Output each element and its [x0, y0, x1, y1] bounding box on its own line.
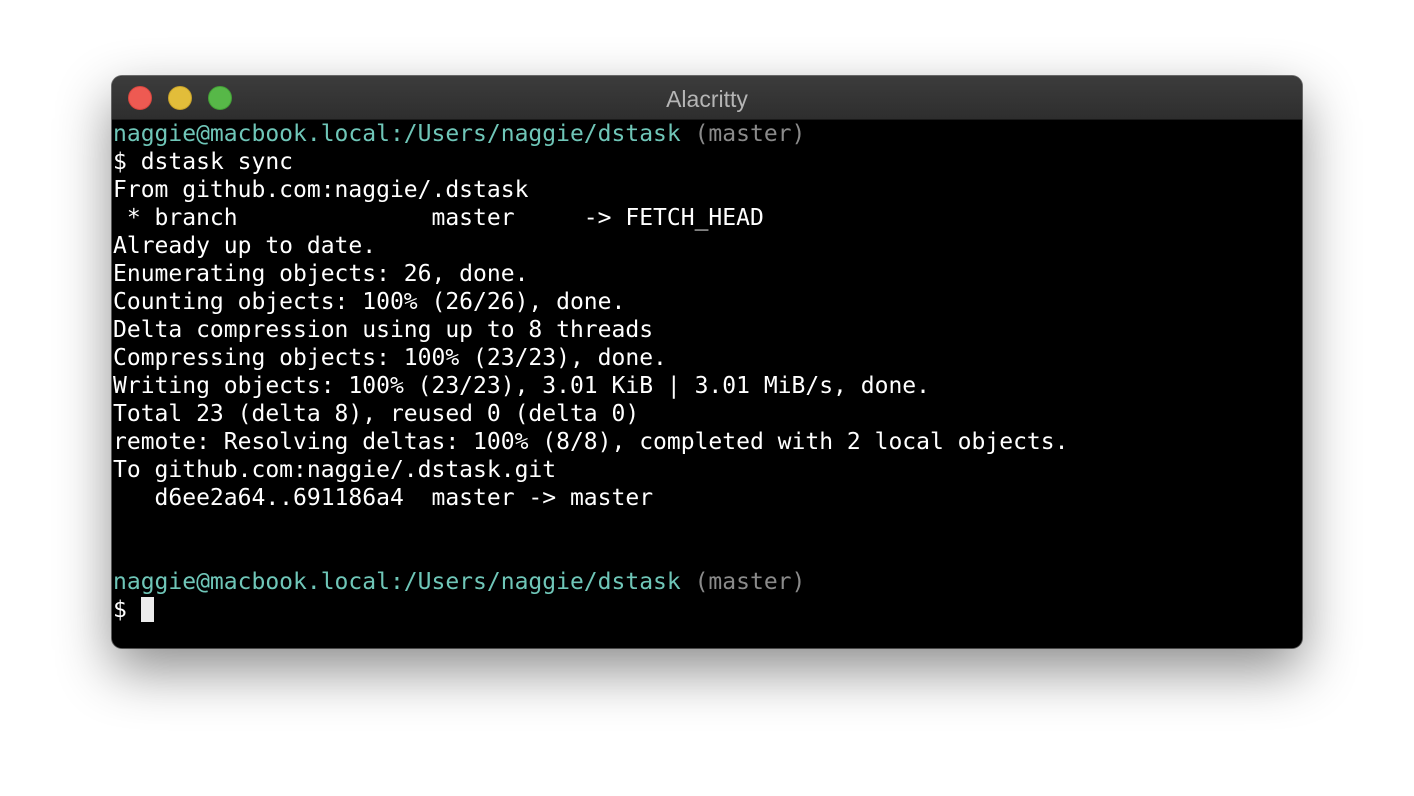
text-cursor: [140, 597, 154, 622]
output-line: Delta compression using up to 8 threads: [113, 317, 654, 343]
window-title: Alacritty: [666, 86, 748, 112]
prompt-symbol: $: [113, 597, 141, 623]
terminal-content[interactable]: naggie@macbook.local:/Users/naggie/dstas…: [112, 120, 1302, 648]
output-line: Already up to date.: [113, 233, 377, 259]
output-line: From github.com:naggie/.dstask: [113, 177, 529, 203]
output-line: remote: Resolving deltas: 100% (8/8), co…: [113, 429, 1069, 455]
output-line: * branch master -> FETCH_HEAD: [113, 205, 764, 231]
input-line[interactable]: $: [113, 596, 154, 624]
prompt-line: naggie@macbook.local:/Users/naggie/dstas…: [113, 568, 805, 596]
terminal-window: Alacritty naggie@macbook.local:/Users/na…: [112, 76, 1302, 648]
prompt-path: naggie@macbook.local:/Users/naggie/dstas…: [113, 569, 681, 595]
prompt-symbol: $: [113, 149, 141, 175]
output-line: d6ee2a64..691186a4 master -> master: [113, 485, 654, 511]
output-line: Compressing objects: 100% (23/23), done.: [113, 345, 667, 371]
output-line: Counting objects: 100% (26/26), done.: [113, 289, 626, 315]
output-line: To github.com:naggie/.dstask.git: [113, 457, 557, 483]
output-line: Writing objects: 100% (23/23), 3.01 KiB …: [113, 373, 930, 399]
prompt-line: naggie@macbook.local:/Users/naggie/dstas…: [113, 120, 805, 148]
prompt-path: naggie@macbook.local:/Users/naggie/dstas…: [113, 121, 681, 147]
output-line: Total 23 (delta 8), reused 0 (delta 0): [113, 401, 640, 427]
command-text: dstask sync: [140, 149, 294, 175]
title-bar[interactable]: Alacritty: [112, 76, 1302, 120]
prompt-branch: (master): [680, 121, 806, 147]
prompt-branch: (master): [680, 569, 806, 595]
output-line: Enumerating objects: 26, done.: [113, 261, 529, 287]
command-line: $ dstask sync: [113, 148, 293, 176]
